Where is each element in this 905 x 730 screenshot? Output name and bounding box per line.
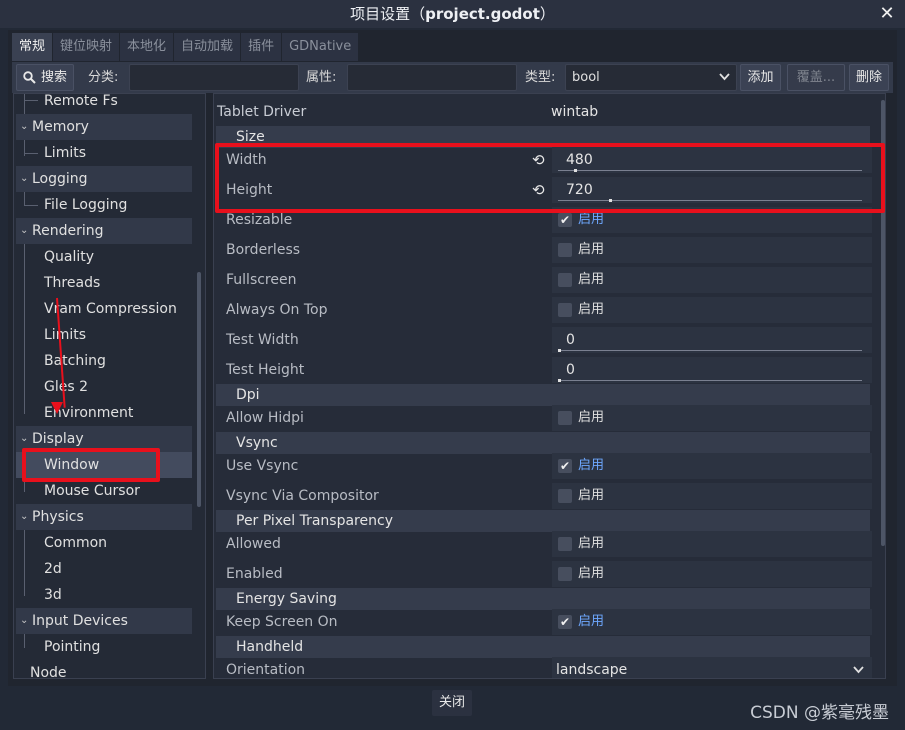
tree-item-vram-compression[interactable]: Vram Compression — [14, 296, 190, 322]
checkbox-icon — [558, 303, 572, 317]
tree-item-pointing[interactable]: Pointing — [14, 634, 190, 660]
section-tree: Remote Fs ⌄ Memory Limits ⌄ Logging File L… — [13, 93, 206, 679]
search-icon — [23, 65, 36, 93]
value-slider — [558, 350, 862, 351]
checkbox-icon — [558, 273, 572, 287]
tab-plugins[interactable]: 插件 — [241, 33, 282, 61]
tree-item-2d[interactable]: 2d — [14, 556, 190, 582]
chevron-down-icon — [719, 65, 730, 90]
arrow-down-icon — [51, 402, 63, 414]
highlight-box-window — [22, 448, 160, 482]
property-row-orientation: Orientation landscape — [216, 655, 872, 678]
window-title: 项目设置（project.godot） — [350, 5, 555, 23]
always-on-top-checkbox[interactable]: 启用 — [552, 297, 872, 323]
tree-item-quality[interactable]: Quality — [14, 244, 190, 270]
type-select[interactable]: bool — [565, 64, 737, 91]
tab-general[interactable]: 常规 — [12, 33, 53, 61]
tree-item-limits[interactable]: Limits — [14, 140, 190, 166]
checkmark-icon: ✔ — [558, 459, 572, 473]
checkbox-icon — [558, 567, 572, 581]
delete-button[interactable]: 删除 — [849, 64, 889, 91]
watermark: CSDN @紫毫残墨 — [750, 703, 889, 723]
property-row-borderless: Borderless 启用 — [216, 235, 872, 265]
chevron-down-icon: ⌄ — [20, 173, 29, 184]
tablet-driver-value[interactable]: wintab — [547, 99, 867, 125]
tree-item-physics[interactable]: ⌄ Physics — [16, 504, 192, 530]
chevron-down-icon: ⌄ — [20, 121, 29, 132]
checkmark-icon: ✔ — [558, 615, 572, 629]
category-input[interactable] — [129, 64, 299, 91]
tree-item-rendering[interactable]: ⌄ Rendering — [16, 218, 192, 244]
add-button[interactable]: 添加 — [740, 64, 781, 91]
close-icon[interactable]: ✕ — [877, 0, 897, 28]
tree-item-input-devices[interactable]: ⌄ Input Devices — [16, 608, 192, 634]
type-label: 类型: — [525, 70, 556, 85]
tree-item-batching[interactable]: Batching — [14, 348, 190, 374]
value-slider — [558, 380, 862, 381]
category-label: 分类: — [88, 70, 119, 85]
property-row-test-width: Test Width 0 — [216, 325, 872, 355]
tree-item-3d[interactable]: 3d — [14, 582, 190, 608]
tab-input-map[interactable]: 键位映射 — [53, 33, 120, 61]
slider-knob[interactable] — [558, 349, 561, 352]
tab-bar: 常规 键位映射 本地化 自动加载 插件 GDNative — [12, 33, 359, 61]
property-label: 属性: — [306, 70, 337, 85]
chevron-down-icon: ⌄ — [20, 511, 29, 522]
property-row-allowed: Allowed 启用 — [216, 529, 872, 559]
tree-item-remote-fs[interactable]: Remote Fs — [14, 94, 190, 114]
property-row-use-vsync: Use Vsync ✔ 启用 — [216, 451, 872, 481]
checkbox-icon — [558, 411, 572, 425]
checkmark-icon: ✔ — [558, 213, 572, 227]
tree-item-logging[interactable]: ⌄ Logging — [16, 166, 192, 192]
tree-item-threads[interactable]: Threads — [14, 270, 190, 296]
tab-gdnative[interactable]: GDNative — [282, 33, 359, 61]
use-vsync-checkbox[interactable]: ✔ 启用 — [552, 453, 872, 479]
checkbox-icon — [558, 489, 572, 503]
allowed-checkbox[interactable]: 启用 — [552, 531, 872, 557]
vsync-via-compositor-checkbox[interactable]: 启用 — [552, 483, 872, 509]
slider-knob[interactable] — [558, 379, 561, 382]
tree-item-environment[interactable]: Environment — [14, 400, 190, 426]
type-select-value: bool — [572, 70, 600, 85]
tree-item-gles-2[interactable]: Gles 2 — [14, 374, 190, 400]
tree-item-common[interactable]: Common — [14, 530, 190, 556]
property-row-always-on-top: Always On Top 启用 — [216, 295, 872, 325]
chevron-down-icon: ⌄ — [20, 225, 29, 236]
enabled-checkbox[interactable]: 启用 — [552, 561, 872, 587]
property-input[interactable] — [347, 64, 517, 91]
borderless-checkbox[interactable]: 启用 — [552, 237, 872, 263]
allow-hidpi-checkbox[interactable]: 启用 — [552, 405, 872, 431]
chevron-down-icon: ⌄ — [20, 615, 29, 626]
property-row-allow-hidpi: Allow Hidpi 启用 — [216, 403, 872, 433]
chevron-down-icon — [853, 657, 864, 678]
search-button-label: 搜索 — [41, 70, 68, 85]
orientation-select[interactable]: landscape — [552, 657, 872, 678]
property-row-fullscreen: Fullscreen 启用 — [216, 265, 872, 295]
test-width-spinbox[interactable]: 0 — [552, 327, 872, 353]
search-button[interactable]: 搜索 — [16, 64, 74, 91]
property-row-enabled: Enabled 启用 — [216, 559, 872, 589]
tree-scrollbar[interactable] — [197, 272, 201, 507]
toolbar: 搜索 分类: 属性: 类型: bool 添加 覆盖... 删除 — [12, 62, 893, 93]
property-row-test-height: Test Height 0 — [216, 355, 872, 385]
property-row: Tablet Driver wintab — [214, 97, 868, 127]
checkbox-icon — [558, 537, 572, 551]
tab-autoload[interactable]: 自动加载 — [174, 33, 241, 61]
tab-localization[interactable]: 本地化 — [120, 33, 174, 61]
tree-item-file-logging[interactable]: File Logging — [14, 192, 190, 218]
override-button[interactable]: 覆盖... — [787, 64, 845, 91]
fullscreen-checkbox[interactable]: 启用 — [552, 267, 872, 293]
keep-screen-on-checkbox[interactable]: ✔ 启用 — [552, 609, 872, 635]
test-height-spinbox[interactable]: 0 — [552, 357, 872, 383]
property-row-vsync-via-compositor: Vsync Via Compositor 启用 — [216, 481, 872, 511]
highlight-box-size — [215, 143, 885, 213]
close-button[interactable]: 关闭 — [432, 690, 472, 716]
tree-item-memory[interactable]: ⌄ Memory — [16, 114, 192, 140]
tree-item-limits[interactable]: Limits — [14, 322, 190, 348]
tree-item-node[interactable]: Node — [14, 660, 190, 678]
checkbox-icon — [558, 243, 572, 257]
property-row-keep-screen-on: Keep Screen On ✔ 启用 — [216, 607, 872, 637]
